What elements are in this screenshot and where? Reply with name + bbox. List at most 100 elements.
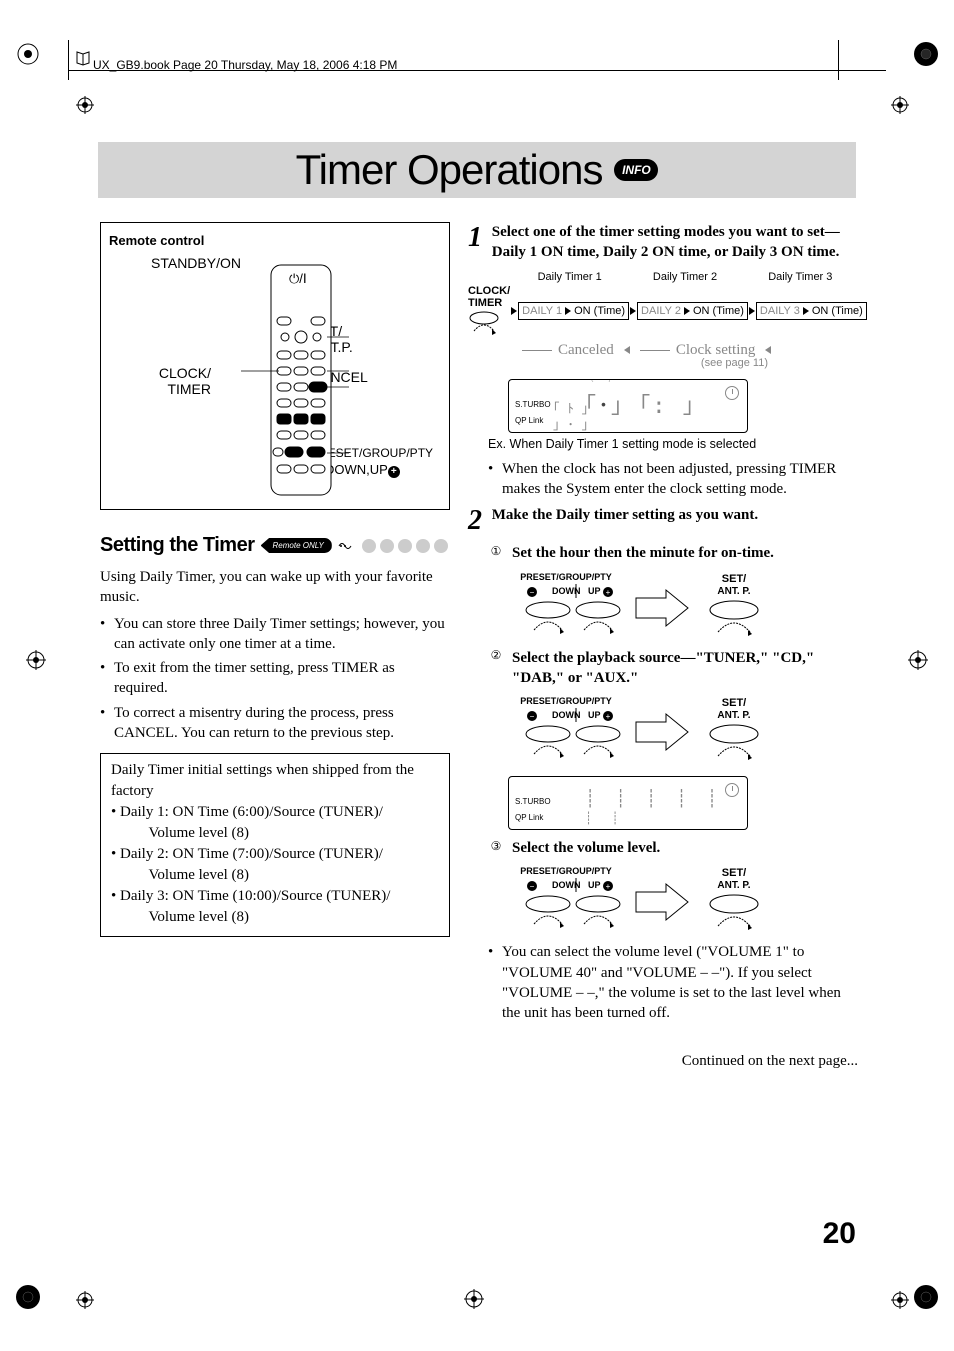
sub3-text: Select the volume level. [512, 838, 858, 858]
display2-sturbo: S.TURBO [515, 797, 551, 806]
volume-note-text: You can select the volume level ("VOLUME… [488, 942, 858, 1023]
intro-bullets: You can store three Daily Timer settings… [100, 614, 450, 744]
reg-mark-right [908, 650, 928, 670]
reg-mark-top-left2 [76, 96, 94, 114]
defaults-box: Daily Timer initial settings when shippe… [100, 753, 450, 937]
display2-timer-icon [725, 783, 739, 797]
display-caption: Ex. When Daily Timer 1 setting mode is s… [488, 437, 858, 451]
defaults-item-2: • Daily 2: ON Time (7:00)/Source (TUNER)… [111, 844, 439, 886]
svg-text:PRESET/GROUP/PTY: PRESET/GROUP/PTY [520, 866, 612, 876]
svg-text:PRESET/GROUP/PTY: PRESET/GROUP/PTY [520, 696, 612, 706]
defaults-item-1: • Daily 1: ON Time (6:00)/Source (TUNER)… [111, 802, 439, 844]
svg-text:+: + [606, 712, 611, 721]
timer-label-2: Daily Timer 2 [653, 271, 717, 283]
svg-text:+: + [606, 882, 611, 891]
page-number: 20 [823, 1217, 856, 1251]
flow-box-3: DAILY 3ON (Time) [756, 302, 867, 320]
display2-main: ┊ ┊ ┊ ┊ ┊ [585, 789, 722, 809]
reg-mark-bottom [464, 1289, 484, 1309]
step-2-text: Make the Daily timer setting as you want… [492, 505, 850, 525]
reg-mark-left [26, 650, 46, 670]
step1-note-text: When the clock has not been adjusted, pr… [488, 459, 858, 500]
step1-note: When the clock has not been adjusted, pr… [488, 459, 858, 500]
heading-dots [362, 539, 448, 553]
control-fig-3: PRESET/GROUP/PTY − DOWN UP + SET/ ANT. P… [516, 864, 858, 936]
volume-note: You can select the volume level ("VOLUME… [488, 942, 858, 1023]
ctrl-preset-label: PRESET/GROUP/PTY [520, 572, 612, 582]
svg-text:ANT. P.: ANT. P. [717, 880, 750, 891]
timer-clock-icon [725, 386, 739, 400]
step-1-num: 1 [468, 222, 488, 254]
display-qplink: QP Link [515, 416, 543, 425]
section-heading-text: Setting the Timer [100, 534, 255, 557]
svg-text:+: + [606, 588, 611, 597]
display2-sub: ┊ ┊ [585, 811, 625, 825]
reg-mark-bot-left2 [76, 1291, 94, 1309]
svg-text:UP: UP [588, 880, 601, 890]
header-vert-1 [68, 40, 69, 80]
svg-text:−: − [530, 588, 535, 597]
callout-clock-l2: TIMER [167, 381, 211, 397]
flow-box-2: DAILY 2ON (Time) [637, 302, 748, 320]
svg-text:−: − [530, 882, 535, 891]
reg-mark-tr [912, 40, 940, 68]
ctrl-up: UP [588, 586, 601, 596]
defaults-item-3: • Daily 3: ON Time (10:00)/Source (TUNER… [111, 886, 439, 928]
intro-text: Using Daily Timer, you can wake up with … [100, 567, 450, 608]
svg-text:ANT. P.: ANT. P. [717, 710, 750, 721]
callout-clock-l1: CLOCK/ [159, 365, 211, 381]
ctrl-set1: SET/ [722, 573, 746, 585]
reg-mark-bot-right2 [891, 1291, 909, 1309]
intro-bullet-3: To correct a misentry during the process… [100, 703, 450, 744]
timer-label-1: Daily Timer 1 [538, 271, 602, 283]
display-sturbo: S.TURBO [515, 400, 551, 409]
step-1: 1 Select one of the timer setting modes … [468, 222, 858, 263]
display-unit-1: S.TURBO QP Link ｢･｣ ｢: ｣ ｢ ﾄ ｣ ｣ ･ ｣ [508, 379, 748, 433]
section-heading: Setting the Timer Remote ONLY [100, 534, 450, 557]
remote-box-label: Remote control [109, 233, 441, 248]
control-fig-1: PRESET/GROUP/PTY − DOWN UP + SET/ ANT. P… [516, 570, 858, 642]
book-icon [75, 50, 91, 66]
svg-text:−: − [530, 712, 535, 721]
timer-label-3: Daily Timer 3 [768, 271, 832, 283]
display-ticks [589, 380, 719, 434]
ctrl-set2: ANT. P. [717, 586, 750, 597]
svg-text:SET/: SET/ [722, 867, 746, 879]
timer-labels: Daily Timer 1 Daily Timer 2 Daily Timer … [512, 271, 858, 283]
sub-step-3: ③ Select the volume level. [488, 838, 858, 858]
callout-clock: CLOCK/ TIMER [131, 365, 211, 397]
display2-qplink: QP Link [515, 813, 543, 822]
sub3-num: ③ [488, 838, 504, 854]
step-1-text: Select one of the timer setting modes yo… [492, 222, 850, 263]
page-title-bar: Timer Operations INFO [98, 142, 856, 198]
continued-text: Continued on the next page... [468, 1053, 858, 1070]
flow-box-1: DAILY 1ON (Time) [518, 302, 629, 320]
sub2-num: ② [488, 648, 504, 664]
reg-mark-tl [14, 40, 42, 68]
svg-text:SET/: SET/ [722, 697, 746, 709]
reg-mark-br [912, 1283, 940, 1311]
flow-canceled: Canceled [558, 342, 614, 359]
remote-control-box: Remote control STANDBY/ON CLOCK/ TIMER S… [100, 222, 450, 510]
svg-text:⏻/Ⅰ: ⏻/Ⅰ [289, 271, 307, 286]
info-badge: INFO [614, 159, 658, 181]
header-rule [68, 70, 886, 71]
remote-diagram: ⏻/Ⅰ [241, 259, 361, 499]
svg-text:UP: UP [588, 710, 601, 720]
page-title: Timer Operations [296, 146, 603, 194]
sub1-text: Set the hour then the minute for on-time… [512, 543, 858, 563]
step-2: 2 Make the Daily timer setting as you wa… [468, 505, 858, 537]
reg-mark-bl [14, 1283, 42, 1311]
timer-button-icon [468, 311, 508, 335]
defaults-title: Daily Timer initial settings when shippe… [111, 760, 439, 802]
header-vert-2 [838, 40, 839, 80]
flow-side-l1: CLOCK/ [468, 285, 510, 297]
sub-step-1: ① Set the hour then the minute for on-ti… [488, 543, 858, 563]
callout-standby: STANDBY/ON [151, 255, 241, 271]
sub-step-2: ② Select the playback source—"TUNER," "C… [488, 648, 858, 689]
timer-flow: CLOCK/ TIMER DAILY 1ON (Time) DAILY 2ON … [468, 285, 858, 338]
control-fig-2: PRESET/GROUP/PTY − DOWN UP + SET/ ANT. P… [516, 694, 858, 766]
reg-mark-top-right2 [891, 96, 909, 114]
intro-bullet-1: You can store three Daily Timer settings… [100, 614, 450, 655]
sub1-num: ① [488, 543, 504, 559]
